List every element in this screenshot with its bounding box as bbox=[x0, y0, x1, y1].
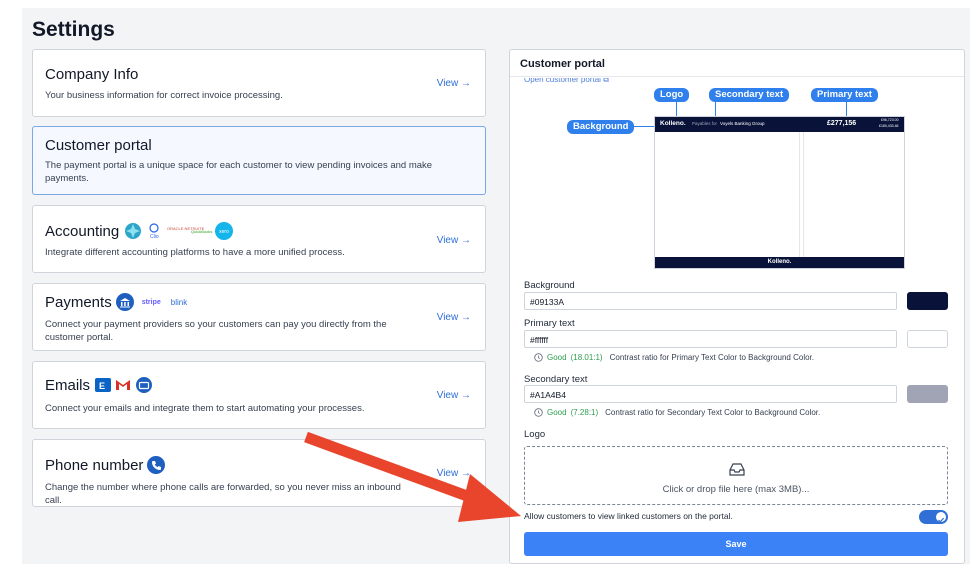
secondary-contrast-rating: Good bbox=[547, 408, 567, 417]
preview-column-divider-2 bbox=[803, 132, 804, 257]
payments-card[interactable]: Payments stripe blink Connect your payme… bbox=[32, 283, 486, 351]
accounting-logos: Clio ORACLE NETSUITE QuickBooks xero bbox=[125, 222, 234, 240]
customer-portal-card[interactable]: Customer portal The payment portal is a … bbox=[32, 126, 486, 195]
phone-title-row: Phone number bbox=[45, 456, 166, 474]
preview-header-bar: Kolleno. Payables for Voyels Banking Gro… bbox=[655, 117, 904, 132]
svg-text:E: E bbox=[99, 381, 105, 391]
secondary-text-callout: Secondary text bbox=[709, 88, 790, 102]
phone-number-card[interactable]: Phone number Change the number where pho… bbox=[32, 439, 486, 507]
logo-upload-dropzone[interactable]: Click or drop file here (max 3MB)... bbox=[524, 446, 948, 505]
save-button[interactable]: Save bbox=[524, 532, 948, 556]
toggle-knob bbox=[936, 512, 946, 523]
primary-text-color-swatch[interactable] bbox=[907, 330, 948, 348]
dropzone-text: Click or drop file here (max 3MB)... bbox=[662, 484, 810, 495]
company-info-view-link[interactable]: View → bbox=[437, 78, 471, 89]
payments-title: Payments bbox=[45, 293, 112, 311]
open-portal-link[interactable]: Open customer portal ⧉ bbox=[524, 78, 609, 84]
quickbooks-online-logo-text: QuickBooks bbox=[191, 229, 212, 234]
stripe-logo-icon: stripe bbox=[141, 298, 161, 306]
primary-text-callout: Primary text bbox=[811, 88, 878, 102]
accounting-view-link[interactable]: View → bbox=[437, 235, 471, 246]
background-label: Background bbox=[524, 280, 575, 291]
preview-row-1: £96,723.00 bbox=[881, 118, 899, 122]
inbox-icon bbox=[729, 463, 745, 476]
payments-description: Connect your payment providers so your c… bbox=[45, 319, 387, 343]
phone-icon bbox=[147, 456, 166, 474]
emails-title: Emails bbox=[45, 376, 91, 394]
primary-text-color-input[interactable]: #ffffff bbox=[524, 330, 897, 348]
logo-callout: Logo bbox=[654, 88, 690, 102]
background-callout: Background bbox=[567, 120, 635, 134]
clio-logo-icon bbox=[149, 223, 159, 233]
phone-number-title: Phone number bbox=[45, 456, 144, 474]
customer-portal-title: Customer portal bbox=[45, 137, 152, 154]
check-icon bbox=[938, 517, 945, 523]
primary-text-label: Primary text bbox=[524, 318, 575, 329]
preview-logo: Kolleno. bbox=[660, 120, 686, 127]
emails-card[interactable]: Emails E Connect your emails and integra… bbox=[32, 361, 486, 429]
secondary-contrast-ratio: (7.28:1) bbox=[570, 408, 599, 417]
preview-row-2: £180,433.46 bbox=[879, 124, 899, 128]
inbox-logo-icon bbox=[136, 377, 153, 393]
company-info-title: Company Info bbox=[45, 66, 139, 83]
page-title: Settings bbox=[32, 18, 115, 41]
panel-divider bbox=[510, 76, 964, 77]
preview-secondary-text: Payables for bbox=[692, 121, 718, 126]
secondary-text-label: Secondary text bbox=[524, 374, 588, 385]
preview-primary-amount: £277,156 bbox=[827, 120, 857, 127]
preview-column-divider bbox=[799, 132, 800, 257]
gmail-logo-icon bbox=[116, 380, 131, 390]
portal-preview: Kolleno. Payables for Voyels Banking Gro… bbox=[654, 116, 905, 269]
emails-description: Connect your emails and integrate them t… bbox=[45, 403, 365, 414]
secondary-text-color-swatch[interactable] bbox=[907, 385, 948, 403]
accounting-card[interactable]: Accounting Clio ORACLE NETSUITE QuickBoo… bbox=[32, 205, 486, 273]
company-info-description: Your business information for correct in… bbox=[45, 90, 283, 101]
secondary-contrast-hint: Good (7.28:1) Contrast ratio for Seconda… bbox=[534, 408, 820, 417]
xero-logo-text: xero bbox=[219, 229, 229, 235]
background-color-input[interactable]: #09133A bbox=[524, 292, 897, 310]
info-circle-icon bbox=[534, 353, 543, 362]
bank-icon bbox=[115, 293, 134, 311]
primary-contrast-ratio: (18.01:1) bbox=[570, 353, 603, 362]
accounting-description: Integrate different accounting platforms… bbox=[45, 247, 345, 258]
background-color-swatch[interactable] bbox=[907, 292, 948, 310]
secondary-text-color-input[interactable]: #A1A4B4 bbox=[524, 385, 897, 403]
payments-view-link[interactable]: View → bbox=[437, 312, 471, 323]
primary-contrast-rating: Good bbox=[547, 353, 567, 362]
secondary-contrast-note: Contrast ratio for Secondary Text Color … bbox=[605, 408, 821, 417]
accounting-title: Accounting bbox=[45, 222, 120, 240]
phone-number-description: Change the number where phone calls are … bbox=[45, 482, 401, 506]
allow-linked-customers-toggle[interactable] bbox=[919, 510, 948, 524]
allow-linked-customers-label: Allow customers to view linked customers… bbox=[524, 511, 733, 521]
primary-contrast-note: Contrast ratio for Primary Text Color to… bbox=[609, 353, 814, 362]
accounting-title-row: Accounting Clio ORACLE NETSUITE QuickBoo… bbox=[45, 221, 235, 241]
emails-title-row: Emails E bbox=[45, 376, 154, 394]
blink-logo-icon: blink bbox=[170, 297, 188, 307]
clio-logo-text: Clio bbox=[150, 234, 159, 240]
company-info-card[interactable]: Company Info Your business information f… bbox=[32, 49, 486, 117]
phone-number-view-link[interactable]: View → bbox=[437, 468, 471, 479]
preview-footer: Kolleno. bbox=[655, 257, 904, 268]
background-callout-line bbox=[634, 126, 656, 127]
preview-company-name: Voyels Banking Group bbox=[720, 121, 765, 126]
payments-title-row: Payments stripe blink bbox=[45, 293, 187, 311]
emails-view-link[interactable]: View → bbox=[437, 390, 471, 401]
primary-contrast-hint: Good (18.01:1) Contrast ratio for Primar… bbox=[534, 353, 814, 362]
info-circle-icon bbox=[534, 408, 543, 417]
panel-title: Customer portal bbox=[520, 58, 605, 70]
email-provider-logos: E bbox=[95, 377, 153, 393]
customer-portal-description: The payment portal is a unique space for… bbox=[45, 160, 433, 184]
logo-label: Logo bbox=[524, 429, 546, 440]
